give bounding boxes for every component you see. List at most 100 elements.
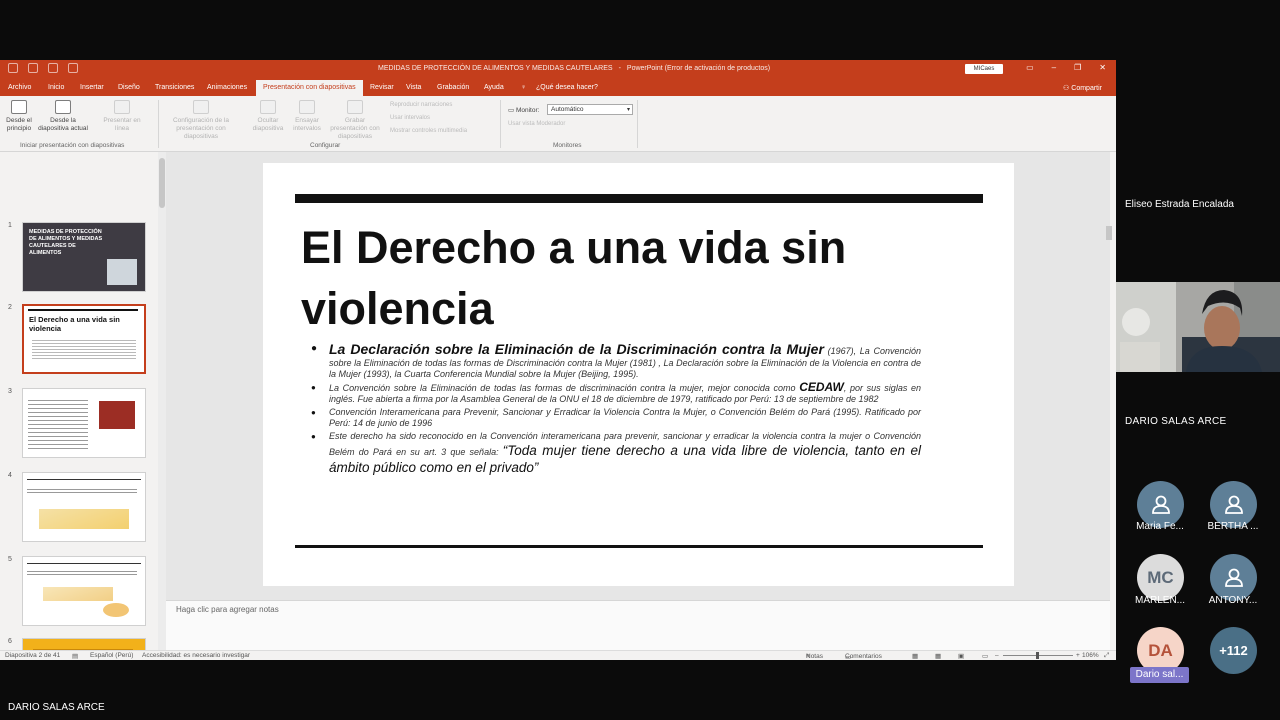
thumbnail-slide-5[interactable] [22, 556, 146, 626]
from-current-button[interactable]: Desde la diapositiva actual [36, 100, 90, 133]
bullet-text: La Convención sobre la Eliminación de to… [329, 383, 800, 393]
normal-view-icon[interactable]: ▦ [912, 652, 918, 660]
redo-icon[interactable] [48, 63, 58, 73]
accessibility-status[interactable]: Accesibilidad: es necesario investigar [142, 652, 250, 659]
rehearse-icon [299, 100, 315, 114]
slideshow-view-icon[interactable]: ▭ [982, 652, 988, 660]
fit-slide-icon[interactable]: ⤢ [1104, 652, 1109, 660]
presenter-name: DARIO SALAS ARCE [8, 702, 105, 713]
participant-avatar[interactable]: MC [1137, 554, 1184, 601]
from-beginning-button[interactable]: Desde el principio [4, 100, 34, 133]
participant-name: BERTHA ... [1207, 521, 1259, 532]
person-icon [1224, 495, 1243, 514]
tab-animaciones[interactable]: Animaciones [207, 84, 247, 91]
zoom-level[interactable]: 106% [1082, 652, 1099, 659]
thumbnail-slide-2[interactable]: El Derecho a una vida sin violencia [22, 304, 146, 374]
participant-video[interactable] [1116, 282, 1280, 372]
ribbon-tabs: Archivo Inicio Insertar Diseño Transicio… [0, 78, 1116, 96]
thumbnail-scrollbar[interactable] [158, 152, 166, 650]
setup-show-button[interactable]: Configuración de la presentación con dia… [166, 100, 236, 141]
bullet-belem: Convención Interamericana para Prevenir,… [311, 407, 921, 429]
window-title: MEDIDAS DE PROTECCIÓN DE ALIMENTOS Y MED… [378, 65, 771, 72]
bullet-cedaw: La Convención sobre la Eliminación de to… [311, 380, 921, 405]
user-badge[interactable]: MICaes [965, 64, 1003, 74]
reading-view-icon[interactable]: ▣ [958, 652, 964, 660]
bullet-text: Convención Interamericana para Prevenir,… [329, 407, 921, 428]
top-rule [295, 194, 983, 203]
shared-screen-powerpoint: MEDIDAS DE PROTECCIÓN DE ALIMENTOS Y MED… [0, 60, 1116, 660]
share-label: Compartir [1071, 85, 1102, 92]
monitor-label: ▭ Monitor: [508, 107, 540, 114]
participant-name-tag: Dario sal... [1130, 667, 1189, 683]
save-icon[interactable] [8, 63, 18, 73]
quick-access-toolbar [8, 63, 78, 73]
from-beginning-label: Desde el principio [6, 117, 32, 132]
slide-title[interactable]: El Derecho a una vida sin violencia [301, 217, 941, 339]
ribbon-display-icon[interactable]: ▭ [1026, 63, 1034, 72]
close-icon[interactable]: ✕ [1099, 63, 1106, 72]
language[interactable]: Español (Perú) [90, 652, 133, 659]
tab-revisar[interactable]: Revisar [370, 84, 394, 91]
group-divider [158, 100, 159, 148]
present-online-icon [114, 100, 130, 114]
tab-vista[interactable]: Vista [406, 84, 421, 91]
thumb-number: 1 [8, 222, 12, 229]
bullet-declaration: La Declaración sobre la Eliminación de l… [311, 341, 921, 380]
slide-editor: El Derecho a una vida sin violencia La D… [166, 152, 1110, 600]
slide-scrollbar[interactable] [1104, 212, 1114, 642]
current-slide[interactable]: El Derecho a una vida sin violencia La D… [263, 163, 1014, 586]
tab-archivo[interactable]: Archivo [8, 84, 31, 91]
slideshow-icon [11, 100, 27, 114]
spellcheck-icon[interactable]: ▤ [72, 652, 78, 660]
use-timings-checkbox[interactable]: Usar intervalos [390, 115, 430, 121]
zoom-out-icon[interactable]: – [995, 652, 999, 659]
start-slideshow-icon[interactable] [68, 63, 78, 73]
title-bar: MEDIDAS DE PROTECCIÓN DE ALIMENTOS Y MED… [0, 60, 1116, 78]
tab-presentacion[interactable]: Presentación con diapositivas [256, 80, 363, 96]
minimize-icon[interactable]: – [1052, 63, 1056, 72]
bullet-lead: La Declaración sobre la Eliminación de l… [329, 341, 824, 357]
tell-me-search[interactable]: ¿Qué desea hacer? [536, 84, 598, 91]
presenter-view-checkbox[interactable]: Usar vista Moderador [508, 121, 565, 127]
thumb-number: 3 [8, 388, 12, 395]
thumbnail-slide-4[interactable] [22, 472, 146, 542]
record-button[interactable]: Grabar presentación con diapositivas [326, 100, 384, 141]
maximize-icon[interactable]: ❐ [1074, 63, 1081, 72]
tab-ayuda[interactable]: Ayuda [484, 84, 504, 91]
rehearse-label: Ensayar intervalos [293, 117, 321, 132]
tab-inicio[interactable]: Inicio [48, 84, 64, 91]
present-online-button[interactable]: Presentar en línea [98, 100, 146, 133]
hide-slide-button[interactable]: Ocultar diapositiva [252, 100, 284, 133]
tab-diseno[interactable]: Diseño [118, 84, 140, 91]
monitor-dropdown[interactable]: Automático [547, 104, 633, 115]
more-participants-button[interactable]: +112 [1210, 627, 1257, 674]
rehearse-button[interactable]: Ensayar intervalos [290, 100, 324, 133]
slide-bullets[interactable]: La Declaración sobre la Eliminación de l… [311, 341, 921, 478]
scroll-thumb[interactable] [1106, 226, 1112, 240]
zoom-in-icon[interactable]: + [1076, 652, 1080, 659]
share-button[interactable]: ⚇ Compartir [1063, 84, 1102, 92]
sorter-view-icon[interactable]: ▦ [935, 652, 941, 660]
tab-insertar[interactable]: Insertar [80, 84, 104, 91]
group-divider [637, 100, 638, 148]
thumbnail-slide-1[interactable]: MEDIDAS DE PROTECCIÓN DE ALIMENTOS Y MED… [22, 222, 146, 292]
status-bar: Diapositiva 2 de 41 ▤ Español (Perú) Acc… [0, 650, 1116, 660]
hide-slide-icon [260, 100, 276, 114]
participant-avatar[interactable] [1210, 554, 1257, 601]
zoom-slider-handle[interactable] [1036, 652, 1039, 659]
cedaw-text: CEDAW [799, 380, 844, 394]
app-name: PowerPoint (Error de activación de produ… [626, 65, 771, 72]
person-icon [1151, 495, 1170, 514]
tab-grabacion[interactable]: Grabación [437, 84, 469, 91]
media-controls-checkbox[interactable]: Mostrar controles multimedia [390, 128, 467, 134]
tab-transiciones[interactable]: Transiciones [155, 84, 194, 91]
play-narrations-checkbox[interactable]: Reproducir narraciones [390, 102, 452, 108]
slide-thumbnails-pane: 1 MEDIDAS DE PROTECCIÓN DE ALIMENTOS Y M… [0, 152, 160, 660]
record-icon [347, 100, 363, 114]
notes-pane[interactable]: Haga clic para agregar notas [166, 600, 1110, 650]
undo-icon[interactable] [28, 63, 38, 73]
thumbnail-slide-3[interactable] [22, 388, 146, 458]
present-online-label: Presentar en línea [103, 117, 141, 132]
scroll-thumb[interactable] [159, 158, 165, 208]
thumb1-image [107, 259, 137, 285]
